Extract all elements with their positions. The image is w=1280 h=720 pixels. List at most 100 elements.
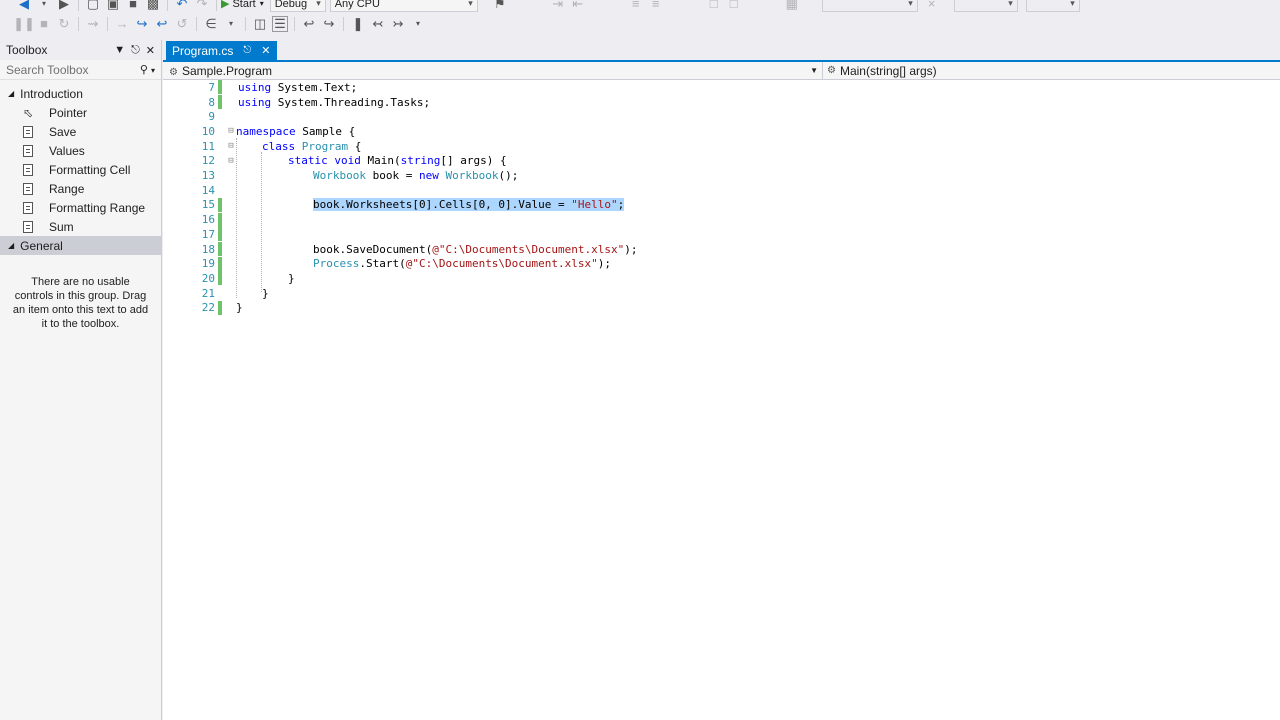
find-icon[interactable]: ⚑ [492, 0, 508, 12]
document-icon [23, 163, 33, 176]
hex-display-icon[interactable]: ∈ [203, 16, 219, 32]
step-out-icon[interactable]: ↩ [154, 16, 170, 32]
outdent-icon[interactable]: ⇤ [570, 0, 586, 12]
pointer-icon: ⬁ [22, 105, 34, 120]
clear-format-icon[interactable]: × [924, 0, 940, 12]
document-icon [23, 220, 33, 233]
redo-icon[interactable]: ↷ [194, 0, 210, 12]
customize-toolbar-icon[interactable]: ▾ [410, 16, 426, 32]
save-all-icon[interactable]: ▩ [145, 0, 161, 12]
toolbox-header: Toolbox ▼ ⎋ ✕ [0, 40, 161, 60]
toolbar-dropdown-icon[interactable]: ▾ [223, 16, 239, 32]
bookmark-next-icon[interactable]: □ [726, 0, 742, 12]
step-over-icon[interactable]: ↪ [134, 16, 150, 32]
document-icon [23, 201, 33, 214]
uncomment-icon[interactable]: ≡ [648, 0, 664, 12]
dropdown-arrow-icon[interactable]: ▾ [36, 0, 52, 12]
show-next-statement-icon[interactable]: ⇝ [85, 16, 101, 32]
main-toolbar: ◀ ▾ ▶ ▢ ▣ ■ ▩ ↶ ↷ ▶ Start ▾ Debug ▾ Any C… [0, 0, 1280, 38]
toolbox-group-general[interactable]: ◢ General [0, 236, 161, 255]
play-icon: ▶ [221, 0, 230, 10]
toolbox-group-introduction[interactable]: ◢ Introduction [0, 84, 161, 103]
font-size-select[interactable]: ▾ [953, 0, 1018, 12]
collapse-triangle-icon: ◢ [8, 241, 15, 250]
uncomment-lines-icon[interactable]: ↪ [321, 16, 337, 32]
toolbox-item-sum[interactable]: Sum [0, 217, 161, 236]
break-all-icon[interactable]: ❚❚ [13, 16, 35, 32]
code-line: 17 [163, 227, 1280, 242]
collapse-region-icon[interactable]: ⊟ [226, 126, 236, 136]
code-line: 19 Process.Start(@"C:\Documents\Document… [201, 256, 612, 271]
code-line: 13 Workbook book = new Workbook(); [201, 169, 519, 183]
style-select[interactable]: ▾ [1025, 0, 1080, 12]
stop-debugging-icon[interactable]: ■ [36, 16, 52, 32]
bookmark-icon[interactable]: □ [706, 0, 722, 12]
code-line: 9 [208, 110, 215, 124]
font-name-select[interactable]: ▾ [821, 0, 918, 12]
document-tab-bar: Program.cs ⎋ ✕ [163, 40, 1280, 62]
document-icon [23, 182, 33, 195]
search-options-icon[interactable]: ▾ [151, 66, 155, 75]
close-icon[interactable]: ✕ [146, 44, 155, 57]
refresh-icon[interactable]: ↺ [174, 16, 190, 32]
next-bookmark-icon[interactable]: ↣ [390, 16, 406, 32]
solution-configuration-select[interactable]: Debug ▾ [269, 0, 326, 12]
class-icon: ⚙ [169, 66, 178, 78]
code-line: 16 [163, 212, 1280, 227]
toolbox-panel: Toolbox ▼ ⎋ ✕ Search Toolbox ⚲ ▾ ◢ Intro… [0, 40, 162, 720]
toolbox-item-range[interactable]: Range [0, 179, 161, 198]
save-icon[interactable]: ■ [125, 0, 141, 12]
document-icon [23, 144, 33, 157]
close-tab-icon[interactable]: ✕ [261, 44, 270, 57]
toggle-bookmark-icon[interactable]: ❚ [350, 16, 366, 32]
new-project-icon[interactable]: ▢ [85, 0, 101, 12]
previous-bookmark-icon[interactable]: ↢ [370, 16, 386, 32]
search-icon[interactable]: ⚲ [140, 64, 148, 76]
indent-icon[interactable]: ⇥ [550, 0, 566, 12]
chevron-down-icon: ▼ [810, 66, 818, 75]
code-editor[interactable]: 7 using System.Text; 8 using System.Thre… [163, 80, 1280, 720]
code-line: 22 } [201, 300, 243, 315]
toolbox-item-save[interactable]: Save [0, 122, 161, 141]
toolbox-item-values[interactable]: Values [0, 141, 161, 160]
pin-tab-icon[interactable]: ⎋ [243, 45, 251, 56]
undo-icon[interactable]: ↶ [174, 0, 190, 12]
tab-program-cs[interactable]: Program.cs ⎋ ✕ [166, 41, 277, 60]
align-icon[interactable]: ▦ [784, 0, 800, 12]
search-placeholder: Search Toolbox [6, 62, 89, 77]
comment-out-icon[interactable]: ↩ [301, 16, 317, 32]
type-scope-select[interactable]: ⚙ Sample.Program ▼ [163, 62, 823, 79]
solution-platform-select[interactable]: Any CPU ▾ [329, 0, 478, 12]
code-line: 10 ⊟ namespace Sample { [201, 124, 356, 138]
start-debugging-button[interactable]: ▶ Start ▾ [221, 0, 264, 10]
window-position-dropdown-icon[interactable]: ▼ [114, 44, 125, 57]
code-line: 12 ⊟ static void Main(string[] args) { [201, 154, 507, 168]
navigate-back-icon[interactable]: ◀ [16, 0, 32, 12]
navigation-bar: ⚙ Sample.Program ▼ ⚙ Main(string[] args) [163, 62, 1280, 80]
toolbox-item-formatting-cell[interactable]: Formatting Cell [0, 160, 161, 179]
toolbar-row-debug: ❚❚ ■ ↻ ⇝ → ↪ ↩ ↺ ∈ ▾ ◫ ☰ ↩ ↪ ❚ ↢ ↣ ▾ [0, 14, 428, 33]
member-select[interactable]: ⚙ Main(string[] args) [823, 62, 1280, 79]
document-icon [23, 125, 33, 138]
code-line: 18 book.SaveDocument(@"C:\Documents\Docu… [201, 242, 638, 257]
code-line-selected: 15 book.Worksheets[0].Cells[0, 0].Value … [201, 197, 625, 212]
code-line: 7 using System.Text; [208, 80, 358, 95]
toolbox-search-input[interactable]: Search Toolbox ⚲ ▾ [0, 60, 161, 80]
step-into-icon[interactable]: → [114, 16, 130, 32]
collapse-icon[interactable]: ◫ [252, 16, 268, 32]
method-icon: ⚙ [827, 65, 836, 76]
restart-icon[interactable]: ↻ [56, 16, 72, 32]
collapse-region-icon[interactable]: ⊟ [226, 156, 236, 166]
format-document-icon[interactable]: ☰ [272, 15, 288, 32]
pin-icon[interactable]: ⎋ [131, 44, 140, 57]
toolbox-item-formatting-range[interactable]: Formatting Range [0, 198, 161, 217]
code-line: 20 } [201, 271, 295, 286]
open-file-icon[interactable]: ▣ [105, 0, 121, 12]
collapse-triangle-icon: ◢ [8, 89, 15, 98]
toolbox-item-pointer[interactable]: ⬁ Pointer [0, 103, 161, 122]
navigate-forward-icon[interactable]: ▶ [56, 0, 72, 12]
toolbar-row-standard: ◀ ▾ ▶ ▢ ▣ ■ ▩ ↶ ↷ ▶ Start ▾ Debug ▾ Any C… [0, 0, 1084, 13]
code-line: 14 [201, 183, 215, 197]
collapse-region-icon[interactable]: ⊟ [226, 141, 236, 151]
comment-icon[interactable]: ≡ [628, 0, 644, 12]
